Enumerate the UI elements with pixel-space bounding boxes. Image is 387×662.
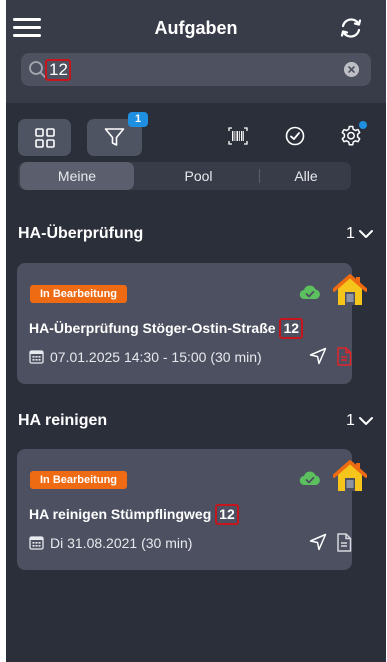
- document-icon[interactable]: [336, 347, 352, 366]
- filter-count-badge: 1: [128, 112, 148, 127]
- cloud-check-icon: [299, 285, 320, 300]
- group-title: HA reinigen: [18, 412, 108, 429]
- house-icon: [333, 460, 367, 491]
- grid-icon: [35, 128, 55, 148]
- cloud-check-icon: [299, 471, 320, 486]
- status-badge: In Bearbeitung: [30, 285, 128, 303]
- search-input[interactable]: [45, 59, 71, 81]
- task-card[interactable]: In Bearbeitung HA-Überprüfung Stöger-Ost…: [17, 263, 367, 384]
- clear-icon[interactable]: [344, 62, 359, 77]
- chevron-down-icon[interactable]: [358, 415, 374, 427]
- navigation-icon[interactable]: [309, 533, 327, 551]
- search-icon: [29, 61, 46, 78]
- app-screen: Aufgaben 12 1 Meine Pool Alle HA-Überprü…: [6, 0, 386, 662]
- view-toggle-button[interactable]: [18, 119, 71, 156]
- status-badge: In Bearbeitung: [30, 471, 128, 489]
- task-title-text: HA reinigen Stümpflingweg: [29, 506, 212, 522]
- tab-meine[interactable]: Meine: [20, 162, 134, 190]
- house-icon: [333, 274, 367, 305]
- barcode-icon[interactable]: [228, 127, 248, 145]
- group-count[interactable]: 1: [346, 225, 355, 243]
- chevron-down-icon[interactable]: [358, 228, 374, 240]
- task-date: 07.01.2025 14:30 - 15:00 (30 min): [50, 349, 262, 365]
- search-bar: [21, 53, 371, 86]
- task-title-highlight: 12: [279, 318, 304, 339]
- tab-alle[interactable]: Alle: [261, 162, 351, 190]
- filter-icon: [104, 128, 125, 146]
- tab-divider: [259, 169, 260, 183]
- settings-notification-dot: [359, 121, 367, 129]
- navigation-icon[interactable]: [309, 347, 327, 365]
- check-circle-icon[interactable]: [285, 126, 305, 146]
- tab-pool[interactable]: Pool: [142, 162, 255, 190]
- task-scope-tabs: Meine Pool Alle: [18, 162, 351, 190]
- task-title-highlight: 12: [215, 504, 239, 525]
- calendar-icon: [29, 350, 44, 364]
- sync-icon[interactable]: [338, 15, 364, 41]
- task-card[interactable]: In Bearbeitung HA reinigen Stümpflingweg…: [17, 449, 367, 570]
- document-icon[interactable]: [336, 533, 352, 552]
- task-title: HA-Überprüfung Stöger-Ostin-Straße 12: [29, 318, 304, 339]
- group-title: HA-Überprüfung: [18, 225, 144, 242]
- group-count[interactable]: 1: [346, 412, 355, 430]
- calendar-icon: [29, 536, 44, 550]
- header: Aufgaben: [6, 0, 386, 103]
- task-title: HA reinigen Stümpflingweg 12: [29, 504, 239, 525]
- page-title: Aufgaben: [154, 18, 238, 38]
- task-date: Di 31.08.2021 (30 min): [50, 535, 193, 551]
- task-title-text: HA-Überprüfung Stöger-Ostin-Straße: [29, 320, 276, 336]
- settings-icon[interactable]: [340, 125, 362, 147]
